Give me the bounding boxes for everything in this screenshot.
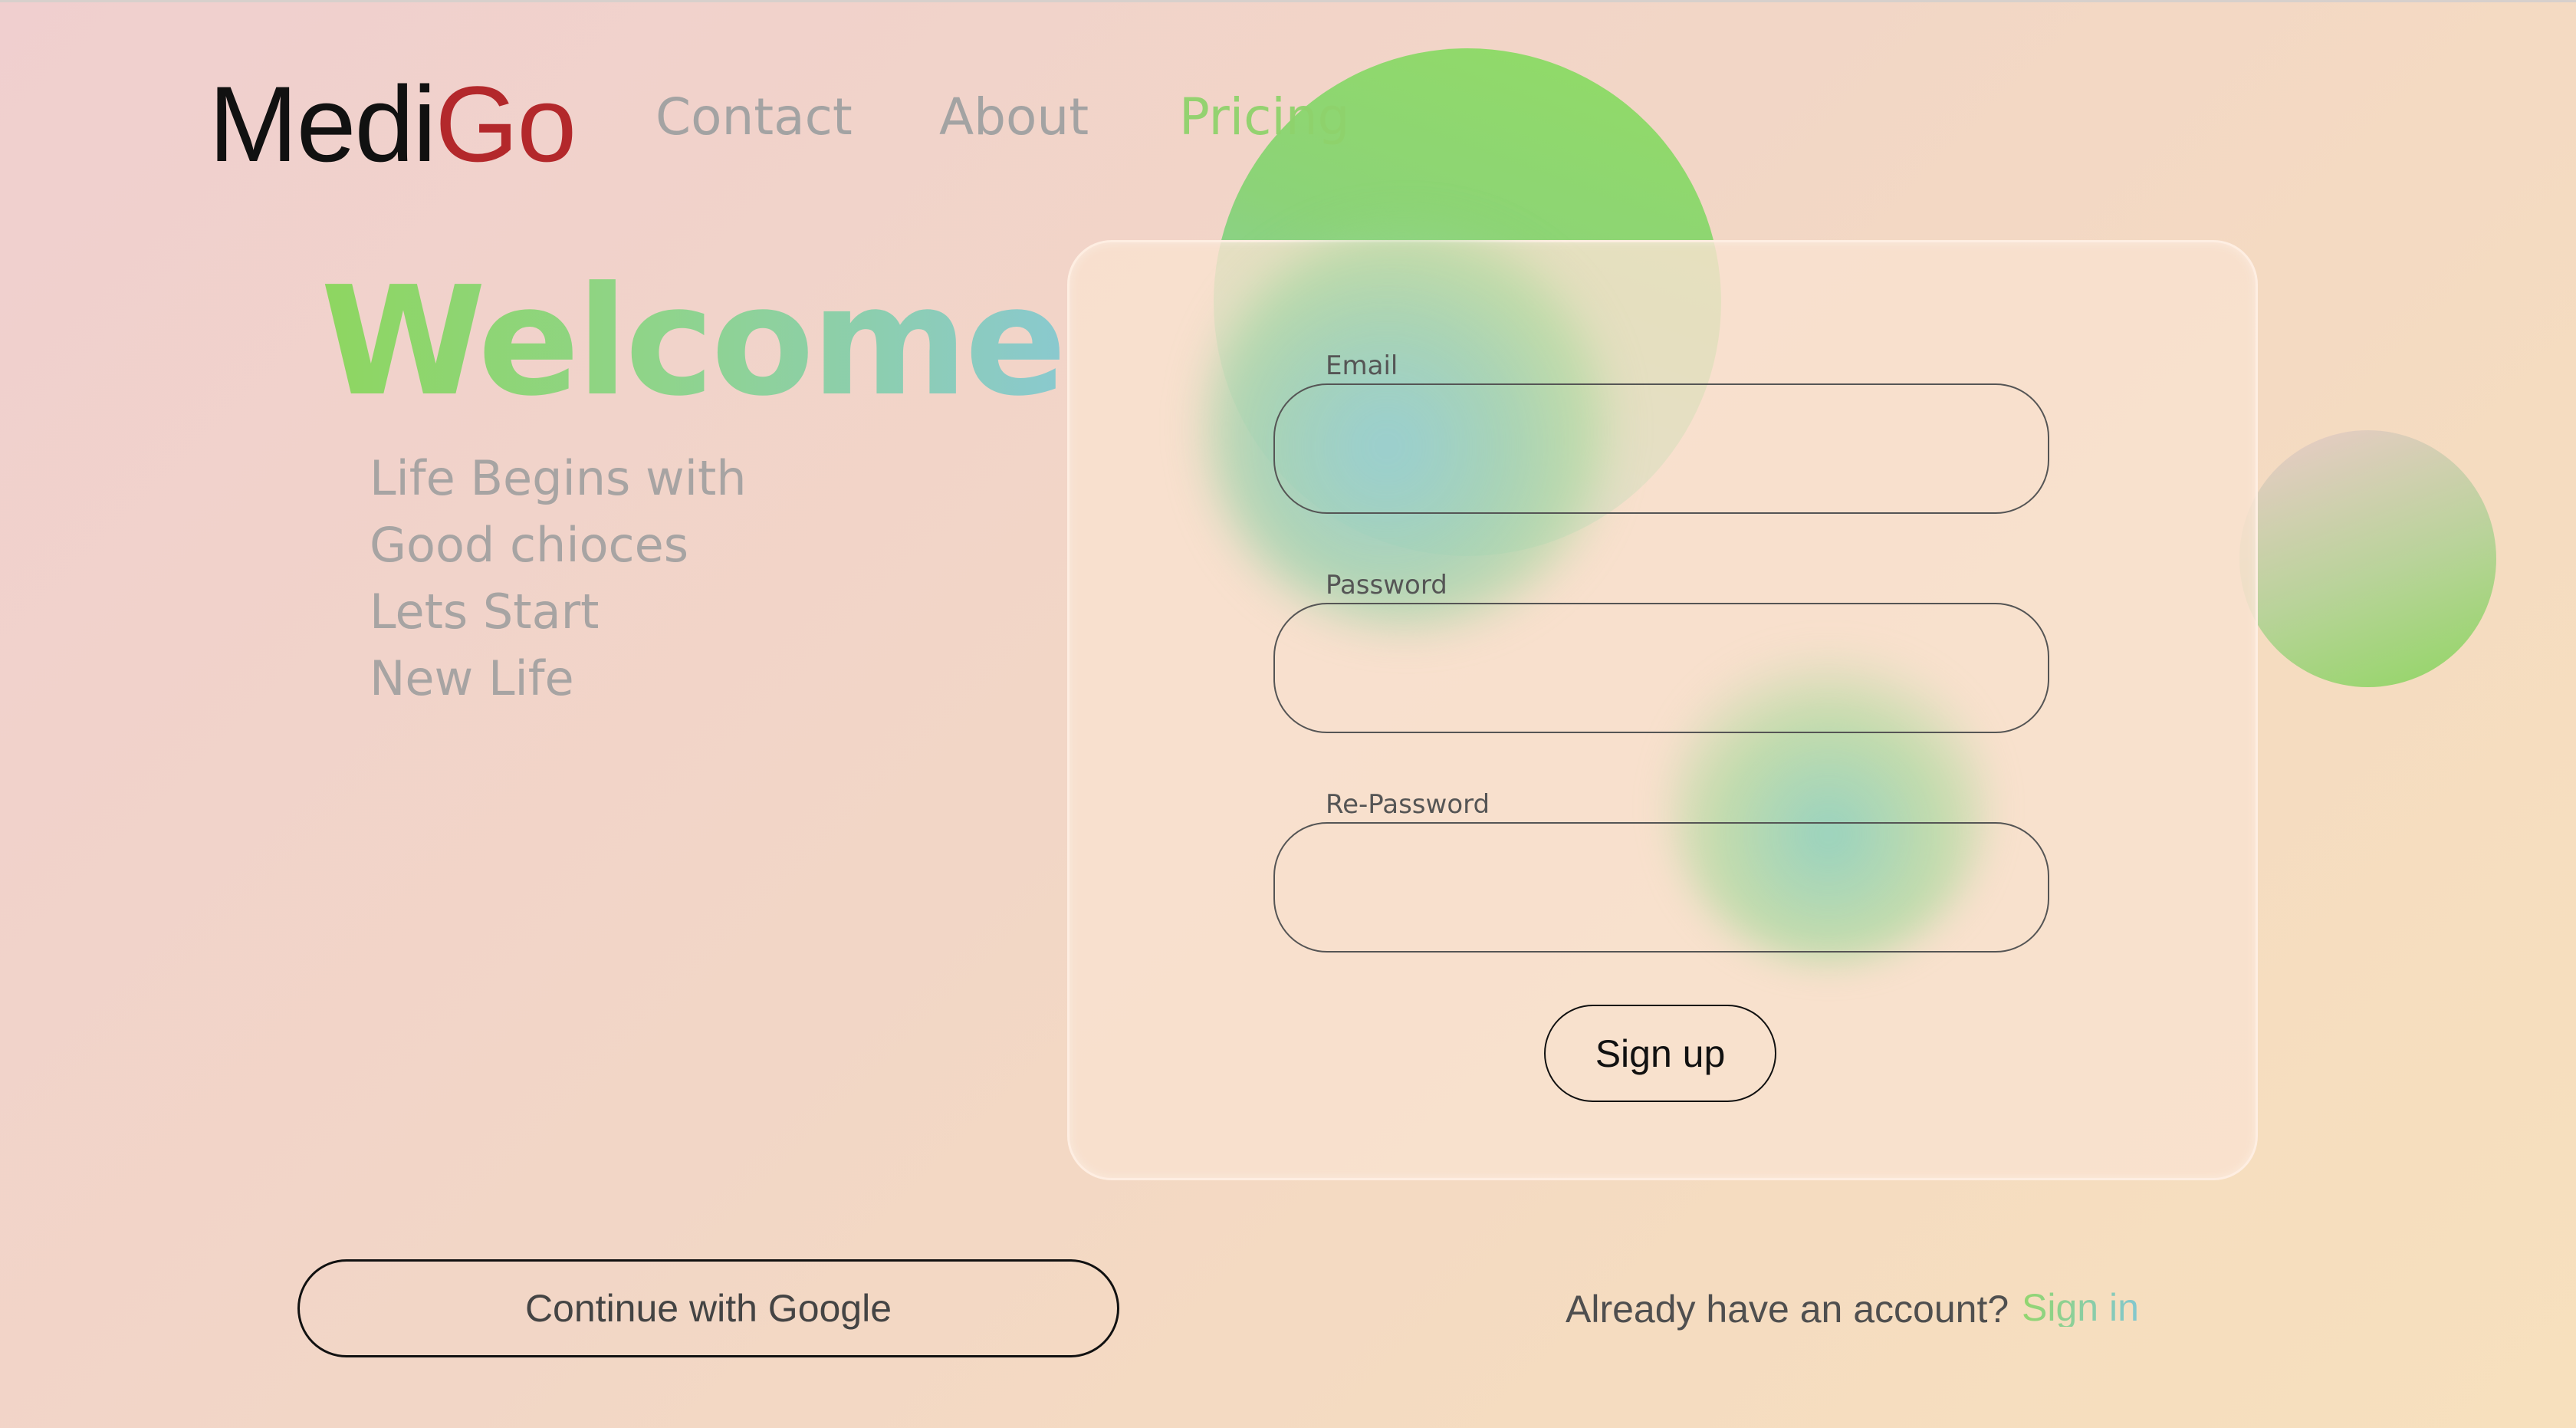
logo[interactable]: MediGo bbox=[209, 71, 577, 178]
email-field[interactable] bbox=[1273, 383, 2049, 514]
repassword-field[interactable] bbox=[1273, 822, 2049, 953]
decorative-circle-right bbox=[2239, 430, 2496, 687]
email-label: Email bbox=[1326, 350, 1398, 381]
password-label: Password bbox=[1326, 570, 1447, 600]
continue-with-google-button[interactable]: Continue with Google bbox=[297, 1259, 1119, 1357]
tagline-line-4: New Life bbox=[370, 650, 574, 706]
welcome-heading: Welcome bbox=[320, 255, 1066, 429]
nav-pricing-link[interactable]: Pricing bbox=[1179, 92, 1349, 143]
tagline-line-2: Good chioces bbox=[370, 517, 689, 573]
top-border bbox=[0, 0, 2576, 2]
logo-part-medi: Medi bbox=[209, 64, 436, 184]
tagline-line-3: Lets Start bbox=[370, 584, 600, 640]
repassword-label: Re-Password bbox=[1326, 789, 1490, 820]
signin-link[interactable]: Sign in bbox=[2022, 1288, 2139, 1327]
logo-part-go: Go bbox=[435, 64, 577, 184]
nav-contact-link[interactable]: Contact bbox=[656, 92, 853, 143]
hero-tagline: Life Begins with Good chioces Lets Start… bbox=[370, 445, 747, 712]
signup-button[interactable]: Sign up bbox=[1544, 1005, 1776, 1102]
tagline-line-1: Life Begins with bbox=[370, 450, 747, 506]
nav-about-link[interactable]: About bbox=[939, 92, 1089, 143]
password-field[interactable] bbox=[1273, 603, 2049, 733]
already-have-account-text: Already have an account? bbox=[1566, 1288, 2009, 1331]
